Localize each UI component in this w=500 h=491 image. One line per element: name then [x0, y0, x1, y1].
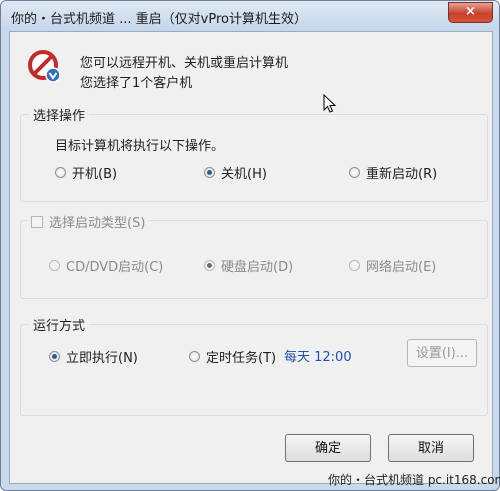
- radio-label: CD/DVD启动(C): [66, 260, 164, 275]
- settings-button[interactable]: 设置(I)...: [407, 339, 477, 367]
- radio-network-boot[interactable]: 网络启动(E): [349, 256, 436, 275]
- radio-button[interactable]: [49, 260, 60, 271]
- close-button[interactable]: ×: [448, 2, 493, 23]
- operation-group: 选择操作 目标计算机将执行以下操作。 开机(B) 关机(H) 重新启动(R): [20, 105, 488, 202]
- operation-group-label: 选择操作: [29, 105, 90, 124]
- mouse-pointer-icon: [323, 94, 337, 113]
- radio-button[interactable]: [189, 351, 200, 362]
- checkbox-label: 选择启动类型(S): [49, 216, 146, 231]
- dialog-window: 你的・台式机频道 ... 重启（仅对vPro计算机生效） × 您可以远程开机、关…: [0, 0, 500, 491]
- radio-button[interactable]: [55, 167, 66, 178]
- radio-label: 开机(B): [72, 167, 118, 182]
- radio-scheduled-task[interactable]: 定时任务(T): [189, 347, 276, 366]
- radio-label: 网络启动(E): [366, 260, 437, 275]
- radio-label: 关机(H): [221, 167, 267, 182]
- checkbox-box[interactable]: [31, 215, 43, 228]
- message-line-1: 您可以远程开机、关机或重启计算机: [80, 56, 289, 71]
- radio-button[interactable]: [49, 351, 60, 362]
- radio-label: 定时任务(T): [206, 351, 277, 366]
- run-mode-group-label: 运行方式: [29, 315, 90, 334]
- watermark: 你的・台式机频道 pc.it168.com: [328, 473, 500, 487]
- radio-shutdown[interactable]: 关机(H): [204, 163, 267, 182]
- radio-power-on[interactable]: 开机(B): [55, 163, 117, 182]
- radio-label: 立即执行(N): [66, 351, 138, 366]
- radio-label: 重新启动(R): [366, 167, 438, 182]
- message-line-2: 您选择了1个客户机: [80, 76, 193, 91]
- cancel-button[interactable]: 取消: [388, 434, 474, 462]
- schedule-time: 每天 12:00: [284, 350, 352, 365]
- operation-description: 目标计算机将执行以下操作。: [55, 139, 225, 154]
- radio-run-immediately[interactable]: 立即执行(N): [49, 347, 138, 366]
- radio-button[interactable]: [349, 260, 360, 271]
- no-entry-computer-icon: [28, 50, 61, 83]
- radio-button[interactable]: [349, 167, 360, 178]
- radio-restart[interactable]: 重新启动(R): [349, 163, 437, 182]
- boot-type-checkbox[interactable]: 选择启动类型(S): [27, 212, 150, 231]
- window-title: 你的・台式机频道 ... 重启（仅对vPro计算机生效）: [11, 12, 307, 27]
- radio-label: 硬盘启动(D): [221, 260, 294, 275]
- radio-button[interactable]: [204, 260, 215, 271]
- radio-cd-dvd-boot[interactable]: CD/DVD启动(C): [49, 256, 163, 275]
- radio-hard-disk-boot[interactable]: 硬盘启动(D): [204, 256, 293, 275]
- radio-button[interactable]: [204, 167, 215, 178]
- boot-type-group: 选择启动类型(S) CD/DVD启动(C) 硬盘启动(D) 网络启动(E): [20, 212, 488, 299]
- dialog-body: 您可以远程开机、关机或重启计算机 您选择了1个客户机 选择操作 目标计算机将执行…: [9, 31, 493, 484]
- ok-button[interactable]: 确定: [285, 434, 371, 462]
- run-mode-group: 运行方式 立即执行(N) 定时任务(T) 设置(I)...: [20, 315, 488, 416]
- title-bar[interactable]: 你的・台式机频道 ... 重启（仅对vPro计算机生效） ×: [1, 1, 499, 31]
